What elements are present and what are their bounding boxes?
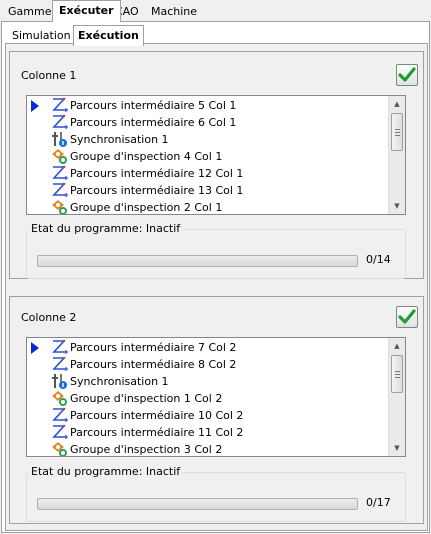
list-item-label: Groupe d'inspection 2 Col 1: [70, 201, 223, 214]
executer-panel: Simulation Exécution Colonne 1 Parcours …: [1, 21, 430, 533]
scroll-down-arrow-icon[interactable]: ▼: [389, 198, 405, 214]
list-item[interactable]: Synchronisation 1: [27, 131, 388, 148]
list-item[interactable]: Parcours intermédiaire 11 Col 2: [27, 424, 388, 441]
current-step-arrow-icon: [30, 100, 40, 112]
column-1-list-items: Parcours intermédiaire 5 Col 1 Parcours i…: [27, 96, 388, 214]
tab-machine[interactable]: Machine: [144, 2, 204, 21]
column-2-state-label: Etat du programme: Inactif: [28, 465, 184, 478]
green-check-icon: [398, 309, 416, 324]
list-item[interactable]: Parcours intermédiaire 7 Col 2: [27, 339, 388, 356]
list-item-label: Parcours intermédiaire 6 Col 1: [70, 116, 237, 129]
column-1-operation-list[interactable]: Parcours intermédiaire 5 Col 1 Parcours i…: [26, 95, 406, 215]
list-item[interactable]: Groupe d'inspection 1 Col 2: [27, 390, 388, 407]
list-item[interactable]: Groupe d'inspection 3 Col 2: [27, 441, 388, 456]
list-item[interactable]: Groupe d'inspection 2 Col 1: [27, 199, 388, 214]
list-item-label: Synchronisation 1: [70, 375, 169, 388]
current-step-arrow-icon: [30, 342, 40, 354]
scroll-thumb[interactable]: [391, 113, 403, 151]
tab-execution[interactable]: Exécution: [73, 25, 144, 46]
column-2-progress-bar: [37, 498, 358, 510]
path-icon: [51, 165, 69, 182]
list-item-label: Groupe d'inspection 3 Col 2: [70, 443, 223, 456]
column-2-group: Colonne 2 Parcours intermédiaire 7 Col 2…: [9, 296, 424, 524]
list-item-label: Parcours intermédiaire 12 Col 1: [70, 167, 244, 180]
column-2-scrollbar[interactable]: ▲ ▼: [388, 338, 405, 456]
list-item[interactable]: Parcours intermédiaire 8 Col 2: [27, 356, 388, 373]
column-2-list-items: Parcours intermédiaire 7 Col 2 Parcours i…: [27, 338, 388, 456]
sub-tab-bar: Simulation Exécution: [5, 25, 428, 46]
column-2-program-state: Etat du programme: Inactif 0/17: [26, 465, 406, 522]
inspection-icon: [51, 199, 69, 214]
list-item[interactable]: Synchronisation 1: [27, 373, 388, 390]
path-icon: [51, 407, 69, 424]
list-item[interactable]: Parcours intermédiaire 12 Col 1: [27, 165, 388, 182]
sync-icon: [51, 373, 69, 390]
execution-panel: Colonne 1 Parcours intermédiaire 5 Col 1…: [5, 43, 428, 531]
list-item-label: Parcours intermédiaire 8 Col 2: [70, 358, 237, 371]
list-item-label: Parcours intermédiaire 11 Col 2: [70, 426, 244, 439]
scroll-thumb[interactable]: [391, 355, 403, 393]
column-1-validate-button[interactable]: [396, 64, 418, 86]
column-1-state-label: Etat du programme: Inactif: [28, 222, 184, 235]
list-item[interactable]: Parcours intermédiaire 6 Col 1: [27, 114, 388, 131]
inspection-icon: [51, 441, 69, 456]
list-item[interactable]: Groupe d'inspection 4 Col 1: [27, 148, 388, 165]
scroll-up-arrow-icon[interactable]: ▲: [389, 96, 405, 112]
scroll-down-arrow-icon[interactable]: ▼: [389, 440, 405, 456]
list-item-label: Parcours intermédiaire 7 Col 2: [70, 341, 237, 354]
path-icon: [51, 356, 69, 373]
sync-icon: [51, 131, 69, 148]
list-item-label: Groupe d'inspection 1 Col 2: [70, 392, 223, 405]
green-check-icon: [398, 67, 416, 82]
column-2-operation-list[interactable]: Parcours intermédiaire 7 Col 2 Parcours i…: [26, 337, 406, 457]
column-1-scrollbar[interactable]: ▲ ▼: [388, 96, 405, 214]
list-item-label: Parcours intermédiaire 10 Col 2: [70, 409, 244, 422]
scroll-up-arrow-icon[interactable]: ▲: [389, 338, 405, 354]
list-item-label: Parcours intermédiaire 13 Col 1: [70, 184, 244, 197]
column-2-validate-button[interactable]: [396, 306, 418, 328]
column-1-progress-count: 0/14: [366, 253, 391, 266]
column-1-group: Colonne 1 Parcours intermédiaire 5 Col 1…: [9, 51, 424, 279]
path-icon: [51, 339, 69, 356]
list-item[interactable]: Parcours intermédiaire 13 Col 1: [27, 182, 388, 199]
column-2-progress-count: 0/17: [366, 496, 391, 509]
list-item-label: Synchronisation 1: [70, 133, 169, 146]
list-item-label: Groupe d'inspection 4 Col 1: [70, 150, 223, 163]
tab-executer[interactable]: Exécuter: [52, 0, 121, 22]
path-icon: [51, 114, 69, 131]
path-icon: [51, 182, 69, 199]
path-icon: [51, 424, 69, 441]
list-item[interactable]: Parcours intermédiaire 10 Col 2: [27, 407, 388, 424]
column-1-title: Colonne 1: [21, 69, 77, 82]
inspection-icon: [51, 148, 69, 165]
column-2-title: Colonne 2: [21, 311, 77, 324]
inspection-icon: [51, 390, 69, 407]
list-item[interactable]: Parcours intermédiaire 5 Col 1: [27, 97, 388, 114]
path-icon: [51, 97, 69, 114]
tab-gamme[interactable]: Gamme: [1, 2, 58, 21]
column-1-progress-bar: [37, 255, 358, 267]
column-1-program-state: Etat du programme: Inactif 0/14: [26, 222, 406, 279]
list-item-label: Parcours intermédiaire 5 Col 1: [70, 99, 237, 112]
main-tab-bar: Gamme Exécuter CAO Machine: [0, 0, 431, 22]
